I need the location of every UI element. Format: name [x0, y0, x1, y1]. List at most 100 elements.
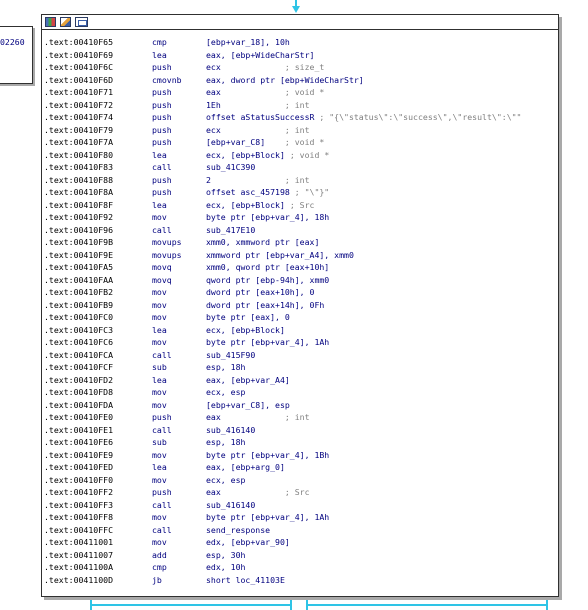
instruction-line[interactable]: .text:00410F72 push 1Eh ; int [44, 99, 558, 112]
instruction-address: .text:00410FE6 [44, 437, 114, 447]
instruction-address: .text:00410FB2 [44, 287, 114, 297]
instruction-line[interactable]: .text:00410F6C push ecx ; size_t [44, 61, 558, 74]
instruction-list: .text:00410F65 cmp [ebp+var_18], 10h .text:… [44, 36, 558, 586]
instruction-line[interactable]: .text:00410F8A push offset asc_457198 ; "\… [44, 186, 558, 199]
left-graph-node[interactable] [0, 26, 33, 84]
instruction-operands: sub_417E10 [206, 224, 256, 235]
instruction-mnemonic: mov [152, 512, 167, 522]
instruction-line[interactable]: .text:00410FC3 lea ecx, [ebp+Block] [44, 324, 558, 337]
instruction-comment: ; "\"}" [294, 187, 330, 197]
instruction-address: .text:00410FCF [44, 362, 114, 372]
instruction-line[interactable]: .text:00410FE6 sub esp, 18h [44, 436, 558, 449]
instruction-line[interactable]: .text:00410FC6 mov byte ptr [ebp+var_4], 1… [44, 336, 558, 349]
instruction-mnemonic: cmovnb [152, 74, 182, 85]
instruction-line[interactable]: .text:00410F83 call sub_41C390 [44, 161, 558, 174]
instruction-address: .text:00410FF8 [44, 512, 114, 522]
instruction-operands: eax, [ebp+arg_0] [206, 462, 285, 472]
instruction-line[interactable]: .text:00410FD2 lea eax, [ebp+var_A4] [44, 374, 558, 387]
disassembly-graph-node[interactable]: .text:00410F65 cmp [ebp+var_18], 10h .text:… [41, 14, 559, 597]
instruction-address: .text:00410F71 [44, 87, 114, 97]
instruction-address: .text:00410F92 [44, 212, 114, 222]
instruction-line[interactable]: .text:0041100A cmp edx, 10h [44, 561, 558, 574]
outgoing-edge-right-h [306, 604, 546, 606]
instruction-operands: sub_416140 [206, 424, 256, 435]
instruction-address: .text:00410FE0 [44, 412, 114, 422]
instruction-line[interactable]: .text:00410FC0 mov byte ptr [eax], 0 [44, 311, 558, 324]
instruction-operands: sub_41C390 [206, 162, 256, 172]
instruction-operands: qword ptr [ebp-94h], xmm0 [206, 274, 330, 285]
instruction-operands: send_response [206, 524, 271, 535]
instruction-line[interactable]: .text:00410FF2 push eax ; Src [44, 486, 558, 499]
instruction-mnemonic: push [152, 487, 172, 497]
graph-overview-icon[interactable] [45, 17, 56, 27]
instruction-address: .text:00410FE9 [44, 449, 114, 460]
outgoing-edge-left-h [90, 604, 290, 606]
instruction-line[interactable]: .text:00410FF8 mov byte ptr [ebp+var_4], 1… [44, 511, 558, 524]
instruction-line[interactable]: .text:00410F65 cmp [ebp+var_18], 10h [44, 36, 558, 49]
instruction-line[interactable]: .text:00410F9E movups xmmword ptr [ebp+var… [44, 249, 558, 262]
instruction-line[interactable]: .text:00410F6D cmovnb eax, dword ptr [ebp+… [44, 74, 558, 87]
instruction-line[interactable]: .text:00410F69 lea eax, [ebp+WideCharStr] [44, 49, 558, 62]
instruction-line[interactable]: .text:00410F9B movups xmm0, xmmword ptr [e… [44, 236, 558, 249]
instruction-operands: esp, 18h [206, 362, 246, 372]
instruction-line[interactable]: .text:00410F8F lea ecx, [ebp+Block] ; Src [44, 199, 558, 212]
instruction-mnemonic: call [152, 424, 172, 435]
instruction-line[interactable]: .text:00410FE1 call sub_416140 [44, 424, 558, 437]
instruction-operands: xmm0, qword ptr [eax+10h] [206, 262, 330, 272]
instruction-mnemonic: lea [152, 149, 167, 160]
instruction-line[interactable]: .text:00410FB9 mov dword ptr [eax+14h], 0F… [44, 299, 558, 312]
instruction-address: .text:00410FCA [44, 349, 114, 360]
instruction-mnemonic: add [152, 549, 167, 560]
instruction-comment: ; void * [284, 87, 325, 97]
instruction-mnemonic: call [152, 224, 172, 235]
instruction-line[interactable]: .text:00410FB2 mov dword ptr [eax+10h], 0 [44, 286, 558, 299]
instruction-line[interactable]: .text:00410FD8 mov ecx, esp [44, 386, 558, 399]
instruction-line[interactable]: .text:0041100D jb short loc_41103E [44, 574, 558, 587]
instruction-address: .text:00410FED [44, 462, 114, 472]
instruction-line[interactable]: .text:00410F80 lea ecx, [ebp+Block] ; void… [44, 149, 558, 162]
instruction-line[interactable]: .text:00410FFC call send_response [44, 524, 558, 537]
instruction-line[interactable]: .text:00411007 add esp, 30h [44, 549, 558, 562]
instruction-address: .text:00410FF3 [44, 499, 114, 510]
instruction-line[interactable]: .text:00410F88 push 2 ; int [44, 174, 558, 187]
instruction-mnemonic: call [152, 349, 172, 360]
instruction-line[interactable]: .text:00410FE0 push eax ; int [44, 411, 558, 424]
instruction-line[interactable]: .text:00410FCA call sub_415F90 [44, 349, 558, 362]
instruction-line[interactable]: .text:00411001 mov edx, [ebp+var_90] [44, 536, 558, 549]
instruction-address: .text:00410FAA [44, 274, 114, 285]
instruction-line[interactable]: .text:00410FF3 call sub_416140 [44, 499, 558, 512]
instruction-address: .text:00410F9B [44, 237, 114, 247]
instruction-line[interactable]: .text:00410F96 call sub_417E10 [44, 224, 558, 237]
instruction-address: .text:00410F79 [44, 124, 114, 135]
instruction-line[interactable]: .text:00410F79 push ecx ; int [44, 124, 558, 137]
instruction-line[interactable]: .text:00410F92 mov byte ptr [ebp+var_4], 1… [44, 211, 558, 224]
instruction-line[interactable]: .text:00410FED lea eax, [ebp+arg_0] [44, 461, 558, 474]
instruction-mnemonic: call [152, 524, 172, 535]
instruction-line[interactable]: .text:00410F71 push eax ; void * [44, 86, 558, 99]
instruction-address: .text:00410FD8 [44, 387, 114, 397]
instruction-line[interactable]: .text:00410FCF sub esp, 18h [44, 361, 558, 374]
instruction-operands: [ebp+var_18], 10h [206, 37, 290, 47]
instruction-operands: esp, 30h [206, 549, 246, 560]
instruction-mnemonic: mov [152, 537, 167, 547]
instruction-line[interactable]: .text:00410F7A push [ebp+var_C8] ; void * [44, 136, 558, 149]
instruction-line[interactable]: .text:00410FAA movq qword ptr [ebp-94h], x… [44, 274, 558, 287]
instruction-line[interactable]: .text:00410FF0 mov ecx, esp [44, 474, 558, 487]
instruction-mnemonic: push [152, 124, 172, 135]
instruction-line[interactable]: .text:00410FE9 mov byte ptr [ebp+var_4], 1… [44, 449, 558, 462]
instruction-line[interactable]: .text:00410FDA mov [ebp+var_C8], esp [44, 399, 558, 412]
instruction-line[interactable]: .text:00410FA5 movq xmm0, qword ptr [eax+1… [44, 261, 558, 274]
pencil-edit-icon[interactable] [60, 17, 71, 27]
zoom-icon[interactable] [75, 17, 88, 27]
instruction-line[interactable]: .text:00410F74 push offset aStatusSuccessR… [44, 111, 558, 124]
instruction-mnemonic: lea [152, 324, 167, 335]
instruction-mnemonic: lea [152, 49, 167, 60]
instruction-operands: sub_415F90 [206, 349, 256, 360]
instruction-operands: eax, [ebp+var_A4] [206, 374, 290, 385]
instruction-address: .text:00410FC6 [44, 337, 114, 347]
instruction-mnemonic: movq [152, 262, 172, 272]
instruction-comment: ; Src [284, 487, 310, 497]
instruction-operands: ecx, esp [206, 474, 246, 485]
instruction-mnemonic: movups [152, 249, 182, 260]
instruction-operands: eax, dword ptr [ebp+WideCharStr] [206, 74, 364, 85]
